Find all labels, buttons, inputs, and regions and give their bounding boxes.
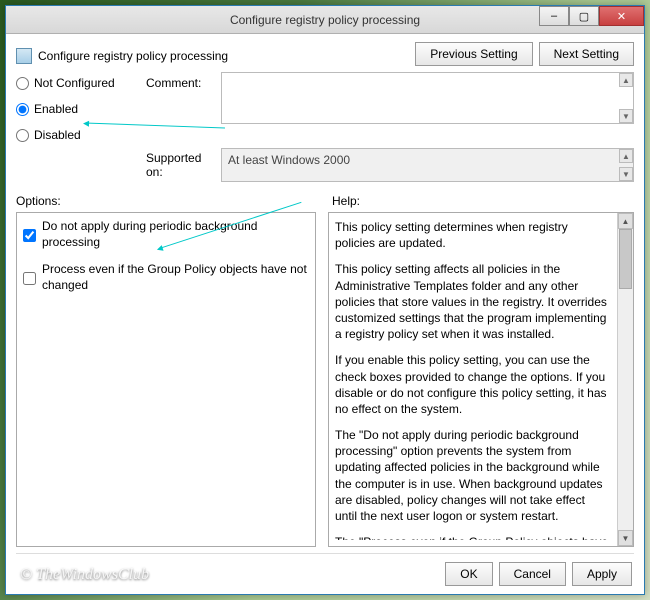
scrollbar-thumb[interactable] — [619, 229, 632, 289]
supported-on-text: At least Windows 2000 — [228, 153, 350, 167]
radio-disabled-label[interactable]: Disabled — [34, 128, 81, 142]
supported-on-field: At least Windows 2000 ▲ ▼ — [221, 148, 634, 182]
help-panel: This policy setting determines when regi… — [328, 212, 634, 547]
policy-name: Configure registry policy processing — [38, 49, 228, 63]
scroll-down-icon[interactable]: ▼ — [619, 167, 633, 181]
checkbox-no-background-processing-label[interactable]: Do not apply during periodic background … — [42, 219, 309, 250]
radio-disabled[interactable] — [16, 129, 29, 142]
dialog-buttons: OK Cancel Apply — [16, 553, 634, 588]
help-scrollbar[interactable]: ▲ ▼ — [617, 213, 633, 546]
supported-label: Supported on: — [146, 148, 221, 182]
window-controls: – ▢ ✕ — [539, 6, 644, 26]
previous-setting-button[interactable]: Previous Setting — [415, 42, 532, 66]
dialog-body: Configure registry policy processing Pre… — [6, 34, 644, 594]
options-label: Options: — [16, 194, 316, 208]
gpo-policy-dialog: Configure registry policy processing – ▢… — [5, 5, 645, 595]
ok-button[interactable]: OK — [445, 562, 492, 586]
policy-icon — [16, 48, 32, 64]
comment-textarea[interactable]: ▲ ▼ — [221, 72, 634, 124]
scroll-down-icon[interactable]: ▼ — [619, 109, 633, 123]
checkbox-no-background-processing[interactable] — [23, 221, 36, 250]
scroll-down-icon[interactable]: ▼ — [618, 530, 633, 546]
radio-not-configured[interactable] — [16, 77, 29, 90]
radio-enabled-label[interactable]: Enabled — [34, 102, 78, 116]
titlebar[interactable]: Configure registry policy processing – ▢… — [6, 6, 644, 34]
minimize-button[interactable]: – — [539, 6, 569, 26]
cancel-button[interactable]: Cancel — [499, 562, 566, 586]
scroll-up-icon[interactable]: ▲ — [618, 213, 633, 229]
scroll-up-icon[interactable]: ▲ — [619, 149, 633, 163]
radio-enabled[interactable] — [16, 103, 29, 116]
help-text: This policy setting determines when regi… — [335, 219, 627, 540]
comment-label: Comment: — [146, 72, 221, 90]
checkbox-process-unchanged[interactable] — [23, 264, 36, 293]
help-label: Help: — [316, 194, 634, 208]
next-setting-button[interactable]: Next Setting — [539, 42, 634, 66]
nav-buttons: Previous Setting Next Setting — [415, 40, 634, 72]
close-button[interactable]: ✕ — [599, 6, 644, 26]
checkbox-process-unchanged-label[interactable]: Process even if the Group Policy objects… — [42, 262, 309, 293]
apply-button[interactable]: Apply — [572, 562, 632, 586]
maximize-button[interactable]: ▢ — [569, 6, 599, 26]
scroll-up-icon[interactable]: ▲ — [619, 73, 633, 87]
radio-not-configured-label[interactable]: Not Configured — [34, 76, 115, 90]
state-radio-group: Not Configured Enabled Disabled — [16, 72, 146, 142]
options-panel: Do not apply during periodic background … — [16, 212, 316, 547]
